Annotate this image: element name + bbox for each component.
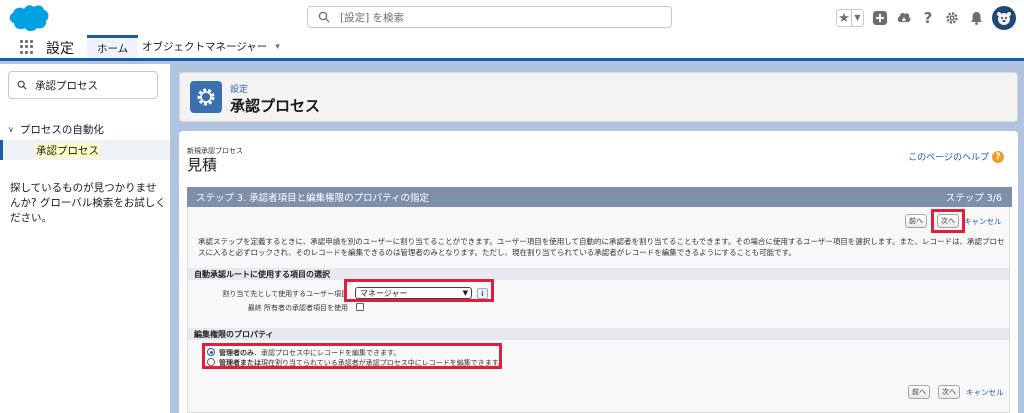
- page-title: 承認プロセス: [230, 97, 321, 115]
- help-icon: ?: [992, 150, 1004, 163]
- section-approver-field: 自動承認ルートに使用する項目の選択: [188, 268, 1009, 280]
- tab-home-label: ホーム: [97, 42, 129, 55]
- add-icon[interactable]: [872, 10, 888, 26]
- global-header: [設定] を検索 ★ ▼ ?: [0, 0, 1024, 35]
- tree-item-label: プロセスの自動化: [19, 124, 104, 136]
- wizard-header: ステップ 3. 承認者項目と編集権限のプロパティの指定 ステップ 3/6: [187, 187, 1012, 207]
- user-field-highlight: [344, 279, 494, 302]
- setup-sidebar: 承認プロセス ∨ プロセスの自動化 承認プロセス 探しているものが見つかりません…: [0, 64, 170, 413]
- page-header: 設定 承認プロセス: [179, 72, 1018, 122]
- user-field-label: 割り当て先として使用するユーザー項目: [222, 290, 348, 298]
- app-nav: 設定 ホーム オブジェクトマネージャー ▾: [0, 35, 1024, 61]
- step-title: ステップ 3. 承認者項目と編集権限のプロパティの指定: [196, 193, 430, 204]
- cancel-link[interactable]: キャンセル: [964, 216, 1002, 227]
- header-icons: ★ ▼ ?: [836, 4, 1016, 32]
- record-title: 見積: [187, 156, 218, 174]
- search-icon: [17, 80, 27, 90]
- app-name: 設定: [46, 41, 74, 57]
- wizard-panel: ステップ 3. 承認者項目と編集権限のプロパティの指定 ステップ 3/6 前へ …: [187, 187, 1012, 413]
- owner-approver-checkbox[interactable]: [356, 303, 364, 311]
- gear-icon[interactable]: [944, 10, 960, 26]
- star-icon: ★: [838, 10, 850, 26]
- prev-button[interactable]: 前へ: [905, 214, 927, 228]
- edit-properties-highlight: [202, 343, 502, 369]
- trailhead-icon[interactable]: [896, 10, 912, 26]
- step-count: ステップ 3/6: [945, 193, 1002, 204]
- app-launcher-icon[interactable]: [20, 40, 34, 54]
- sidebar-help-text: 探しているものが見つかりませんか? グローバル検索をお試しください。: [10, 182, 166, 224]
- tab-object-manager[interactable]: オブジェクトマネージャー ▾: [132, 35, 290, 58]
- chevron-down-icon: ∨: [8, 125, 14, 134]
- tab-object-manager-label: オブジェクトマネージャー: [142, 41, 268, 53]
- tab-home[interactable]: ホーム: [87, 35, 139, 58]
- page-help-link[interactable]: このページのヘルプ ?: [908, 150, 1004, 163]
- help-icon[interactable]: ?: [920, 9, 936, 27]
- chevron-down-icon[interactable]: ▼: [851, 10, 863, 26]
- search-icon: [318, 11, 330, 23]
- global-search-input[interactable]: [設定] を検索: [307, 6, 672, 28]
- help-link-label: このページのヘルプ: [908, 153, 989, 163]
- bell-icon[interactable]: [968, 10, 984, 26]
- search-placeholder: [設定] を検索: [340, 11, 405, 24]
- setup-gear-icon: [190, 81, 222, 113]
- tree-item-process-automation[interactable]: ∨ プロセスの自動化: [8, 122, 104, 137]
- favorites-button[interactable]: ★ ▼: [836, 9, 864, 27]
- owner-approver-label: 最終 所有者の承認者項目を使用: [247, 304, 348, 312]
- next-button-bottom[interactable]: 次へ: [938, 385, 960, 399]
- salesforce-logo-icon[interactable]: [6, 3, 50, 33]
- next-button-highlight: [931, 209, 965, 233]
- avatar[interactable]: [992, 6, 1016, 30]
- section-edit-properties: 編集権限のプロパティ: [188, 328, 1009, 340]
- quick-find-input[interactable]: 承認プロセス: [8, 71, 158, 99]
- breadcrumb[interactable]: 設定: [230, 82, 248, 95]
- tree-item-approval-processes[interactable]: 承認プロセス: [0, 140, 170, 160]
- cancel-link-bottom[interactable]: キャンセル: [966, 387, 1004, 398]
- step-description: 承認ステップを定義するときに、承認申請を別のユーザーに割り当てることができます。…: [198, 237, 1005, 257]
- prev-button-bottom[interactable]: 前へ: [908, 385, 930, 399]
- tree-item-label: 承認プロセス: [36, 142, 99, 158]
- quick-find-value: 承認プロセス: [35, 79, 98, 92]
- chevron-down-icon[interactable]: ▾: [275, 42, 280, 52]
- main-content: 新規承認プロセス 見積 このページのヘルプ ? ステップ 3. 承認者項目と編集…: [179, 131, 1018, 413]
